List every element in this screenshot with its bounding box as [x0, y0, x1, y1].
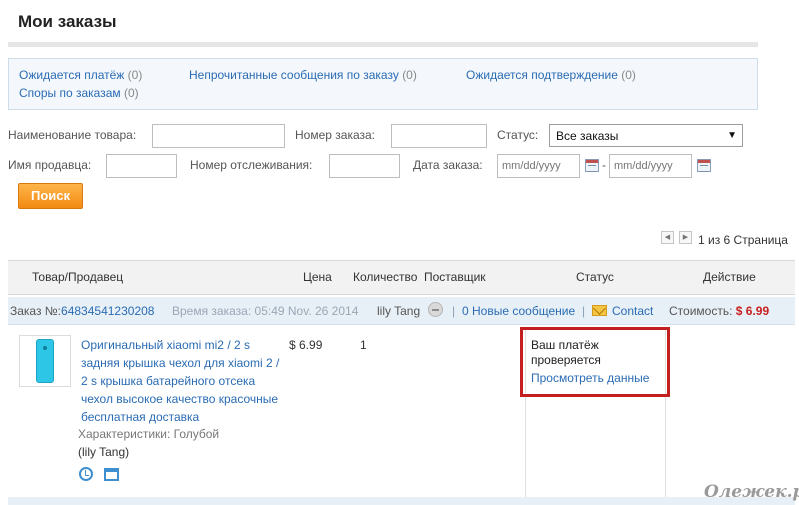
status-select-value: Все заказы [556, 129, 619, 143]
status-select[interactable]: Все заказы ▼ [549, 124, 743, 147]
order-time-label: Время заказа: [172, 304, 252, 318]
awaiting-confirmation-count: (0) [621, 68, 636, 82]
awaiting-confirmation-link[interactable]: Ожидается подтверждение (0) [466, 68, 636, 82]
chat-avatar-icon[interactable] [428, 302, 443, 317]
awaiting-payment-link[interactable]: Ожидается платёж (0) [19, 68, 142, 82]
product-title-line-3[interactable]: 2 s крышка батарейного отсека [81, 374, 255, 388]
awaiting-confirmation-label: Ожидается подтверждение [466, 68, 618, 82]
new-messages-link[interactable]: 0 Новые сообщение [462, 304, 575, 318]
pager-text: 1 из 6 Страница [698, 233, 788, 247]
item-price: $ 6.99 [289, 338, 323, 352]
order-cost-value: $ 6.99 [735, 304, 770, 318]
product-title-line-1[interactable]: Оригинальный xiaomi mi2 / 2 s [81, 338, 250, 352]
header-supplier: Поставщик [424, 270, 486, 284]
mail-icon [592, 305, 607, 316]
date-to-input[interactable] [609, 154, 692, 178]
product-title-line-4[interactable]: чехол высокое качество красочные [81, 392, 278, 406]
order-time: Время заказа: 05:49 Nov. 26 2014 [172, 304, 358, 318]
order-separator-2: | [582, 304, 586, 318]
order-seller-name: lily Tang [377, 304, 421, 318]
unread-messages-label: Непрочитанные сообщения по заказу [189, 68, 399, 82]
tracking-number-input[interactable] [329, 154, 400, 178]
unread-messages-link[interactable]: Непрочитанные сообщения по заказу (0) [189, 68, 417, 82]
header-quantity: Количество [353, 270, 418, 284]
tracking-number-label: Номер отслеживания: [190, 158, 313, 172]
product-title-line-2[interactable]: задняя крышка чехол для xiaomi 2 / [81, 356, 279, 370]
contact-link[interactable]: Contact [612, 304, 653, 318]
header-price: Цена [303, 270, 332, 284]
search-button[interactable]: Поиск [18, 183, 83, 209]
dropdown-arrow-icon: ▼ [727, 130, 737, 141]
product-name-label: Наименование товара: [8, 128, 137, 142]
order-summary-panel [8, 58, 758, 110]
title-divider [8, 42, 758, 47]
product-name-input[interactable] [152, 124, 285, 148]
pager-next-button[interactable]: ▶ [679, 231, 692, 244]
view-details-link[interactable]: Просмотреть данные [531, 371, 649, 385]
product-title-line-5[interactable]: бесплатная доставка [81, 410, 199, 424]
header-product-seller: Товар/Продавец [32, 270, 124, 284]
status-text-line-1: Ваш платёж [531, 338, 599, 352]
watermark: Олежек.ру [704, 482, 799, 502]
order-number: Заказ №:64834541230208 [10, 304, 154, 318]
pager-prev-button[interactable]: ◀ [661, 231, 674, 244]
product-spec: Характеристики: Голубой [78, 427, 220, 441]
order-cost-label: Стоимость: [669, 304, 733, 318]
order-number-label: Номер заказа: [295, 128, 376, 142]
disputes-count: (0) [123, 86, 139, 100]
order-date-label: Дата заказа: [413, 158, 483, 172]
phone-case-image [36, 339, 54, 383]
product-seller: (lily Tang) [78, 445, 130, 459]
unread-messages-count: (0) [402, 68, 417, 82]
seller-name-input[interactable] [106, 154, 177, 178]
date-to-calendar-icon[interactable] [697, 159, 711, 172]
awaiting-payment-count: (0) [127, 68, 143, 82]
date-from-calendar-icon[interactable] [585, 159, 599, 172]
order-number-link[interactable]: 64834541230208 [61, 304, 154, 318]
date-separator: - [602, 158, 606, 172]
page-title: Мои заказы [18, 12, 117, 31]
header-status: Статус [576, 270, 614, 284]
seller-name-label: Имя продавца: [8, 158, 92, 172]
order-number-prefix: Заказ №: [10, 304, 62, 318]
order-cost: Стоимость: $ 6.99 [669, 304, 769, 318]
order-number-input[interactable] [391, 124, 487, 148]
next-order-bar [8, 497, 795, 505]
status-label: Статус: [497, 128, 539, 142]
snapshot-box-icon[interactable] [104, 468, 119, 481]
disputes-label: Споры по заказам [19, 86, 121, 100]
order-time-value: 05:49 Nov. 26 2014 [254, 304, 359, 318]
item-quantity: 1 [360, 338, 367, 352]
header-action: Действие [703, 270, 756, 284]
status-text-line-2: проверяется [531, 353, 601, 367]
awaiting-payment-label: Ожидается платёж [19, 68, 125, 82]
disputes-link[interactable]: Споры по заказам (0) [19, 86, 139, 100]
order-separator-1: | [452, 304, 456, 318]
alarm-clock-icon[interactable] [79, 467, 93, 481]
date-from-input[interactable] [497, 154, 580, 178]
